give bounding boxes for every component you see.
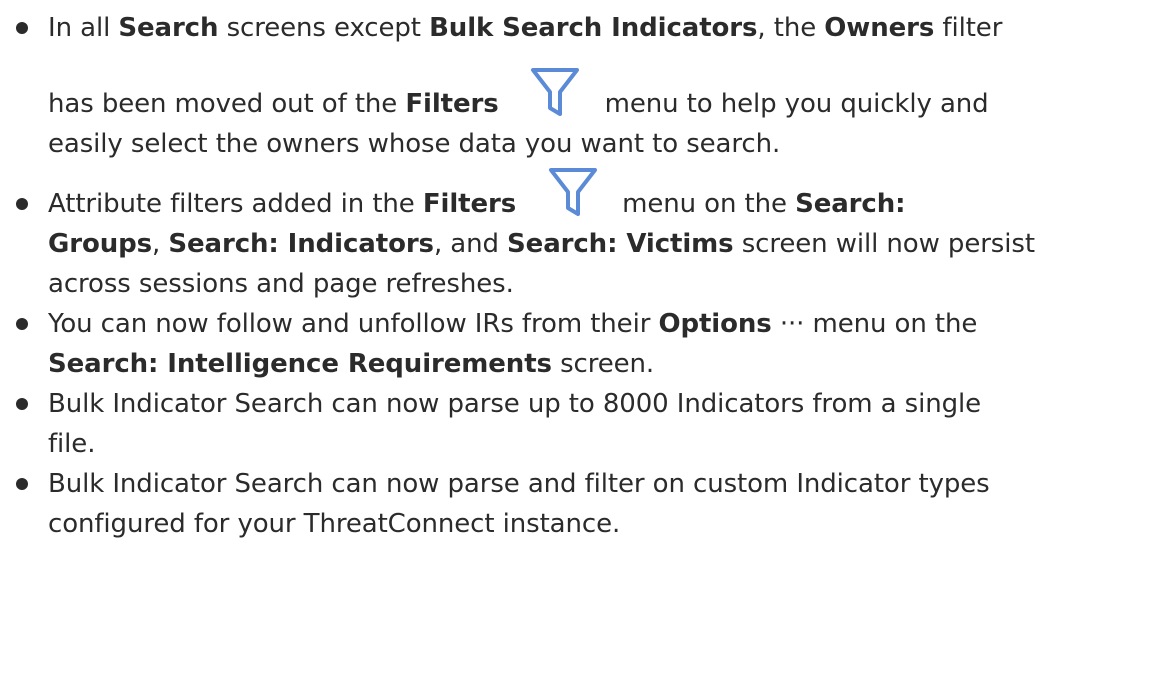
bold-term: Search (118, 13, 219, 43)
text-run: across sessions and page refreshes. (48, 269, 514, 299)
text-run: Attribute filters added in the (48, 189, 423, 219)
text-run: filter (934, 13, 1003, 43)
bold-term: Groups (48, 229, 153, 259)
list-item-line: across sessions and page refreshes. (48, 266, 514, 302)
bold-term: Bulk Search Indicators (429, 13, 758, 43)
bold-term: Search: Intelligence Requirements (48, 349, 552, 379)
list-item-line: Bulk Indicator Search can now parse and … (48, 466, 990, 502)
text-run: ··· menu on the (771, 309, 978, 339)
text-run: menu to help you quickly and (604, 89, 989, 119)
bold-term: Search: (795, 189, 906, 219)
bold-term: Filters (422, 189, 517, 219)
list-item-line: Attribute filters added in the Filters me… (48, 186, 906, 222)
text-run: , (152, 229, 169, 259)
list-item-line: file. (48, 426, 95, 462)
text-run: In all (48, 13, 119, 43)
list-item-line: Search: Intelligence Requirements screen… (48, 346, 654, 382)
list-item-line: Groups, Search: Indicators, and Search: … (48, 226, 1035, 262)
bullet-dot (16, 318, 28, 330)
text-run: screens except (218, 13, 430, 43)
text-run: easily select the owners whose data you … (48, 129, 781, 159)
text-run: Bulk Indicator Search can now parse and … (48, 469, 990, 499)
bullet-dot (16, 398, 28, 410)
bullet-dot (16, 198, 28, 210)
text-run: , and (433, 229, 508, 259)
text-run: Bulk Indicator Search can now parse up t… (48, 389, 982, 419)
list-item-line: In all Search screens except Bulk Search… (48, 10, 1002, 46)
bullet-dot (16, 478, 28, 490)
bold-term: Owners (824, 13, 935, 43)
text-run: file. (48, 429, 96, 459)
text-run: , the (757, 13, 825, 43)
list-item-line: configured for your ThreatConnect instan… (48, 506, 620, 542)
bold-term: Search: Indicators (168, 229, 434, 259)
bold-term: Filters (405, 89, 499, 119)
text-run: screen will now persist (733, 229, 1035, 259)
bold-term: Search: Victims (507, 229, 734, 259)
bold-term: Options (658, 309, 772, 339)
list-item-line: Bulk Indicator Search can now parse up t… (48, 386, 981, 422)
bullet-dot (16, 22, 28, 34)
list-item-line: easily select the owners whose data you … (48, 126, 780, 162)
text-run: configured for your ThreatConnect instan… (48, 509, 621, 539)
text-run: You can now follow and unfollow IRs from… (48, 309, 659, 339)
list-item-line: You can now follow and unfollow IRs from… (48, 306, 977, 342)
list-item-line: has been moved out of the Filters menu to… (48, 86, 989, 122)
text-run: screen. (551, 349, 655, 379)
text-run: has been moved out of the (48, 89, 406, 119)
text-run: menu on the (622, 189, 796, 219)
